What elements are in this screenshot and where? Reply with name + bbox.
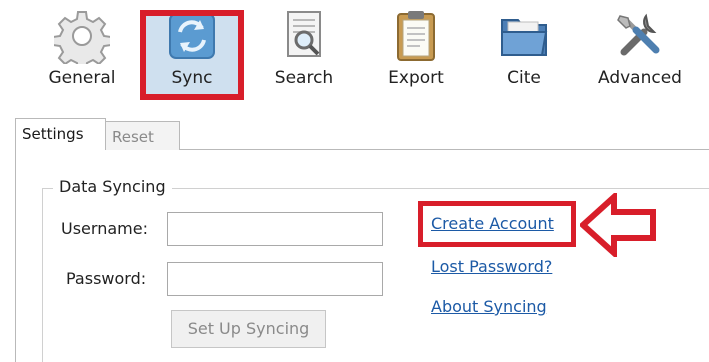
username-input[interactable] [167,212,383,246]
toolbar-search[interactable]: Search [256,0,352,104]
username-label: Username: [61,219,148,238]
toolbar-cite[interactable]: Cite [476,0,572,104]
preferences-toolbar: General Sync Search Export Cite Advanced [0,0,709,104]
toolbar-general[interactable]: General [34,0,130,104]
toolbar-cite-label: Cite [507,68,541,88]
search-document-icon [256,8,352,64]
create-account-highlight-box [418,201,576,247]
left-arrow-icon [578,190,660,261]
toolbar-search-label: Search [274,68,334,88]
toolbar-general-label: General [48,68,116,88]
about-syncing-link[interactable]: About Syncing [431,297,547,316]
setup-syncing-button[interactable]: Set Up Syncing [171,310,326,348]
tab-settings[interactable]: Settings [15,118,106,150]
lost-password-link[interactable]: Lost Password? [431,257,552,276]
toolbar-export[interactable]: Export [368,0,464,104]
sync-highlight-box [140,10,244,100]
toolbar-advanced-label: Advanced [598,68,682,88]
data-syncing-title: Data Syncing [53,177,172,196]
clipboard-icon [368,8,464,64]
gear-icon [34,8,130,64]
sync-preferences-window: General Sync Search Export Cite Advanced… [0,0,709,362]
tab-reset[interactable]: Reset [106,121,180,150]
tools-icon [592,8,688,64]
folder-icon [476,8,572,64]
toolbar-advanced[interactable]: Advanced [592,0,688,104]
password-input[interactable] [167,262,383,296]
password-label: Password: [66,269,147,288]
toolbar-export-label: Export [388,68,444,88]
